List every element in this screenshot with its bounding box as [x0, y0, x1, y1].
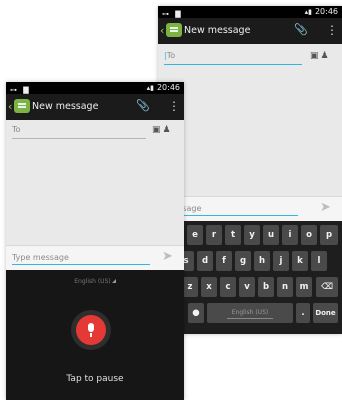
dropdown-corner-icon	[111, 279, 116, 283]
group-icon[interactable]: ♟	[321, 51, 329, 61]
send-icon[interactable]: ➤	[320, 200, 331, 215]
voice-language-selector[interactable]: English (US)	[6, 278, 184, 285]
key[interactable]: p	[320, 225, 338, 245]
status-time: 20:46	[156, 83, 180, 92]
send-icon[interactable]: ➤	[162, 249, 173, 264]
group-icon[interactable]: ♟	[163, 125, 171, 135]
key[interactable]: d	[197, 251, 213, 271]
key[interactable]: i	[282, 225, 298, 245]
messaging-app-icon[interactable]	[166, 23, 182, 37]
up-chevron-icon[interactable]: ‹	[160, 24, 164, 37]
action-bar: ‹ New message 📎 ⋮	[6, 94, 184, 120]
key[interactable]: z	[182, 277, 198, 297]
compose-bar: Type message ➤	[6, 245, 184, 270]
action-bar-title: New message	[184, 25, 251, 36]
overflow-menu-icon[interactable]: ⋮	[326, 24, 338, 36]
to-field-icons: ▣ ♟	[150, 125, 171, 135]
key[interactable]: k	[292, 251, 308, 271]
status-bar: ⊶ ▇ ▴▮ 20:46	[6, 82, 184, 94]
overflow-menu-icon[interactable]: ⋮	[168, 100, 180, 112]
to-field[interactable]: |To	[164, 50, 302, 65]
key[interactable]: h	[254, 251, 270, 271]
to-placeholder: To	[166, 51, 176, 60]
key[interactable]: u	[263, 225, 279, 245]
space-key-label: English (US)	[231, 309, 269, 316]
attach-icon[interactable]: 📎	[136, 99, 150, 112]
soft-keyboard: q w e r t y u i o p s d f g h j k l z x …	[158, 221, 342, 334]
compose-bar: e message ➤	[158, 196, 342, 221]
mic-key[interactable]: ●	[188, 303, 204, 323]
contact-picker-icon[interactable]: ▣	[152, 125, 161, 135]
tap-to-pause-label: Tap to pause	[66, 374, 124, 384]
status-time: 20:46	[314, 7, 338, 16]
voice-input-panel: English (US) Tap to pause	[6, 270, 184, 400]
key[interactable]: c	[220, 277, 236, 297]
signal-battery-icon: ▴▮	[146, 84, 154, 92]
key[interactable]: t	[225, 225, 241, 245]
mic-icon: ●	[192, 308, 200, 318]
backspace-key[interactable]: ⌫	[316, 277, 338, 297]
key[interactable]: y	[244, 225, 260, 245]
to-field-icons: ▣ ♟	[308, 51, 329, 61]
key[interactable]: j	[273, 251, 289, 271]
space-key[interactable]: English (US)	[207, 303, 293, 323]
space-indicator	[227, 318, 273, 319]
key[interactable]: f	[216, 251, 232, 271]
key[interactable]: m	[296, 277, 312, 297]
signal-battery-icon: ▴▮	[304, 8, 312, 16]
screenshot-stage: ⊶ ▇ ▴▮20:46 ‹ New message 📎 ⋮ |To ▣♟ e m…	[0, 0, 342, 400]
microphone-stem	[90, 333, 92, 337]
done-key[interactable]: Done	[313, 303, 338, 323]
key[interactable]: n	[277, 277, 293, 297]
key[interactable]: l	[311, 251, 327, 271]
messaging-app-icon[interactable]	[14, 99, 30, 113]
to-field[interactable]: To	[12, 124, 146, 139]
up-chevron-icon[interactable]: ‹	[8, 100, 12, 113]
to-placeholder: To	[12, 125, 21, 134]
key[interactable]: v	[239, 277, 255, 297]
status-right: ▴▮ 20:46	[147, 82, 180, 94]
action-bar-title: New message	[32, 101, 99, 112]
key[interactable]: x	[201, 277, 217, 297]
message-input[interactable]: Type message	[12, 252, 150, 265]
key[interactable]: o	[301, 225, 317, 245]
voice-language-label: English (US)	[74, 278, 111, 285]
key[interactable]: r	[206, 225, 222, 245]
attach-icon[interactable]: 📎	[294, 23, 308, 36]
key[interactable]: g	[235, 251, 251, 271]
mic-button[interactable]	[76, 315, 106, 345]
mic-button-ring	[71, 310, 111, 350]
status-right: ▴▮ 20:46	[305, 6, 338, 18]
key[interactable]: b	[258, 277, 274, 297]
microphone-icon	[88, 323, 94, 332]
phone-voice-view: ⊶ ▇ ▴▮ 20:46 ‹ New message 📎 ⋮ To ▣ ♟ Type…	[6, 82, 184, 400]
status-bar: ⊶ ▇ ▴▮ 20:46	[158, 6, 342, 18]
phone-keyboard-view: ⊶ ▇ ▴▮20:46 ‹ New message 📎 ⋮ |To ▣♟ e m…	[158, 6, 342, 334]
key[interactable]: e	[187, 225, 203, 245]
contact-picker-icon[interactable]: ▣	[310, 51, 319, 61]
period-key[interactable]: .	[296, 303, 310, 323]
action-bar: ‹ New message 📎 ⋮	[158, 18, 342, 44]
